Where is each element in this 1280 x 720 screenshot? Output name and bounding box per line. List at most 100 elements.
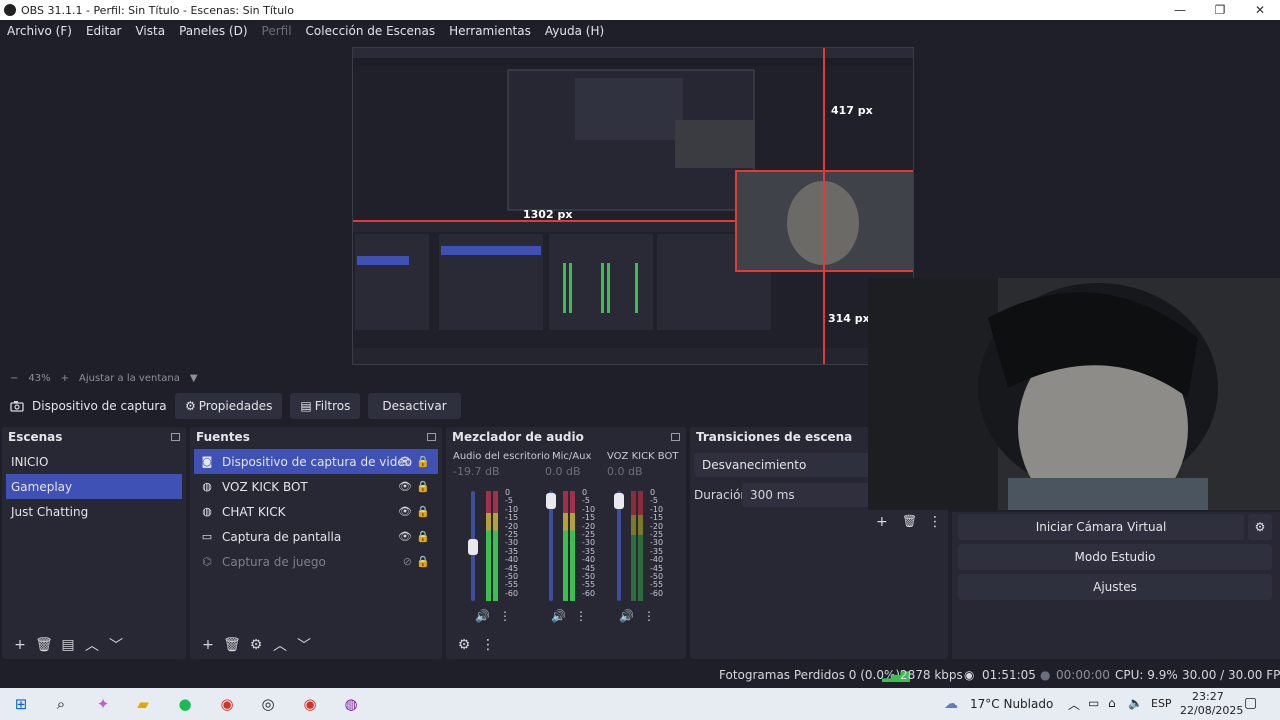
speaker-icon[interactable]: 🔊 (475, 609, 490, 623)
close-button[interactable]: ✕ (1240, 0, 1280, 20)
channel-menu-icon[interactable]: ⋮ (499, 609, 511, 623)
undock-icon[interactable] (671, 433, 680, 441)
chrome-icon-2[interactable]: ◉ (297, 692, 323, 716)
fps: 30.00 / 30.00 FPS (1182, 668, 1280, 682)
studio-mode-button[interactable]: Modo Estudio (958, 544, 1272, 570)
advanced-audio-icon[interactable]: ⚙ (452, 637, 476, 653)
remove-scene-icon[interactable]: 🗑 (32, 637, 56, 653)
add-scene-icon[interactable]: + (8, 637, 32, 653)
zoom-out-button[interactable]: − (10, 373, 18, 384)
lock-icon[interactable]: 🔒 (416, 505, 430, 518)
volume-icon[interactable]: 🔈 (1128, 696, 1143, 710)
obs-icon[interactable]: ◎ (255, 692, 281, 716)
lock-icon[interactable]: 🔒 (416, 555, 430, 568)
lock-icon[interactable]: 🔒 (416, 480, 430, 493)
zoom-level: 43% (28, 372, 51, 384)
eye-icon[interactable]: 👁 (398, 480, 412, 493)
source-item[interactable]: ▭ Captura de pantalla 👁 🔒 (194, 524, 438, 549)
db-tick: -60 (650, 588, 664, 598)
properties-button[interactable]: ⚙ Propiedades (175, 393, 283, 419)
source-item-hidden[interactable]: ⌬ Captura de juego ⊘ 🔒 (194, 549, 438, 574)
fader-knob[interactable] (468, 539, 478, 555)
level-meter (486, 491, 491, 601)
source-settings-icon[interactable]: ⚙ (244, 637, 268, 653)
scene-item-selected[interactable]: Gameplay (6, 474, 182, 499)
zoom-dropdown-icon[interactable]: ▼ (190, 373, 198, 384)
menu-vista[interactable]: Vista (128, 24, 172, 38)
menu-editar[interactable]: Editar (79, 24, 129, 38)
add-source-icon[interactable]: + (196, 637, 220, 653)
guide-line-vertical (823, 48, 825, 364)
search-icon[interactable]: ⌕ (48, 692, 74, 716)
zoom-in-button[interactable]: + (61, 373, 69, 384)
settings-button[interactable]: Ajustes (958, 574, 1272, 600)
discord-icon[interactable]: ◍ (338, 692, 364, 716)
undock-icon[interactable] (171, 433, 180, 441)
maximize-button[interactable]: ❐ (1200, 0, 1240, 20)
filters-button[interactable]: ▤ Filtros (290, 393, 361, 419)
speaker-icon[interactable]: 🔊 (551, 609, 566, 623)
tray-chevron-icon[interactable]: ︿ (1068, 696, 1080, 713)
speaker-icon[interactable]: 🔊 (619, 609, 634, 623)
menu-perfil[interactable]: Perfil (255, 24, 299, 38)
remove-source-icon[interactable]: 🗑 (220, 637, 244, 653)
eye-icon[interactable]: 👁 (398, 505, 412, 518)
clock-date[interactable]: 22/08/2025 (1180, 704, 1243, 717)
minimize-button[interactable]: — (1160, 0, 1200, 20)
source-item[interactable]: ◍ CHAT KICK 👁 🔒 (194, 499, 438, 524)
source-item[interactable]: ◍ VOZ KICK BOT 👁 🔒 (194, 474, 438, 499)
move-down-icon[interactable]: ﹀ (292, 635, 316, 655)
menu-archivo[interactable]: Archivo (F) (0, 24, 79, 38)
eye-icon[interactable]: 👁 (398, 530, 412, 543)
move-down-icon[interactable]: ﹀ (104, 635, 128, 655)
copilot-icon[interactable]: ✦ (90, 692, 116, 716)
move-up-icon[interactable]: ︿ (80, 635, 104, 655)
camera-icon: ◙ (201, 455, 213, 468)
lock-icon[interactable]: 🔒 (416, 455, 430, 468)
language-indicator[interactable]: ESP (1151, 697, 1172, 710)
clock-time[interactable]: 23:27 (1192, 690, 1224, 703)
chrome-icon[interactable]: ◉ (214, 692, 240, 716)
preview-canvas[interactable]: 1302 px 417 px 314 px (352, 47, 914, 365)
add-transition-icon[interactable]: + (876, 514, 888, 530)
channel-menu-icon[interactable]: ⋮ (643, 609, 655, 623)
windows-start-icon[interactable]: ⊞ (8, 692, 34, 716)
menu-coleccion[interactable]: Colección de Escenas (299, 24, 443, 38)
lock-icon[interactable]: 🔒 (416, 530, 430, 543)
file-explorer-icon[interactable]: ▰ (130, 692, 156, 716)
notification-icon[interactable]: ▢ (1244, 695, 1257, 711)
virtual-camera-settings-icon[interactable]: ⚙ (1248, 514, 1272, 540)
channel-menu-icon[interactable]: ⋮ (575, 609, 587, 623)
eye-hidden-icon[interactable]: ⊘ (403, 555, 412, 568)
title-bar: OBS 31.1.1 - Perfil: Sin Título - Escena… (0, 0, 1280, 20)
battery-icon[interactable]: ▭ (1088, 696, 1099, 710)
weather-text[interactable]: 17°C Nublado (970, 697, 1053, 711)
fader-knob[interactable] (614, 493, 624, 509)
mixer-channel-voz: VOZ KICK BOT 0.0 dB 0 -5 -10 -15 -20 -25 -30 -3… (607, 451, 683, 629)
fit-window-button[interactable]: Ajustar a la ventana (79, 373, 180, 384)
transition-menu-icon[interactable]: ⋮ (928, 514, 942, 530)
network-icon[interactable]: ⌂ (1108, 696, 1116, 710)
scene-item[interactable]: INICIO (6, 449, 182, 474)
deactivate-button[interactable]: Desactivar (368, 393, 461, 419)
selection-border-left (735, 170, 737, 272)
scenes-dock: Escenas INICIO Gameplay Just Chatting + … (2, 427, 186, 659)
remove-transition-icon[interactable]: 🗑 (902, 514, 917, 528)
move-up-icon[interactable]: ︿ (268, 635, 292, 655)
undock-icon[interactable] (427, 433, 436, 441)
stream-time: 00:00:00 (1056, 668, 1110, 682)
mixer-menu-icon[interactable]: ⋮ (476, 637, 500, 653)
scene-item[interactable]: Just Chatting (6, 499, 182, 524)
eye-icon[interactable]: 👁 (398, 455, 412, 468)
selection-border-right (913, 170, 914, 272)
filters-icon[interactable]: ▤ (56, 637, 80, 653)
menu-paneles[interactable]: Paneles (D) (172, 24, 254, 38)
spotify-icon[interactable]: ● (172, 692, 198, 716)
filter-icon: ▤ (300, 399, 312, 413)
mixer-toolbar: ⚙ ⋮ (446, 631, 686, 659)
fader-knob[interactable] (546, 493, 556, 509)
menu-herramientas[interactable]: Herramientas (442, 24, 538, 38)
menu-ayuda[interactable]: Ayuda (H) (538, 24, 611, 38)
source-item-selected[interactable]: ◙ Dispositivo de captura de video 👁 🔒 (194, 449, 438, 474)
start-virtual-camera-button[interactable]: Iniciar Cámara Virtual (958, 514, 1244, 540)
